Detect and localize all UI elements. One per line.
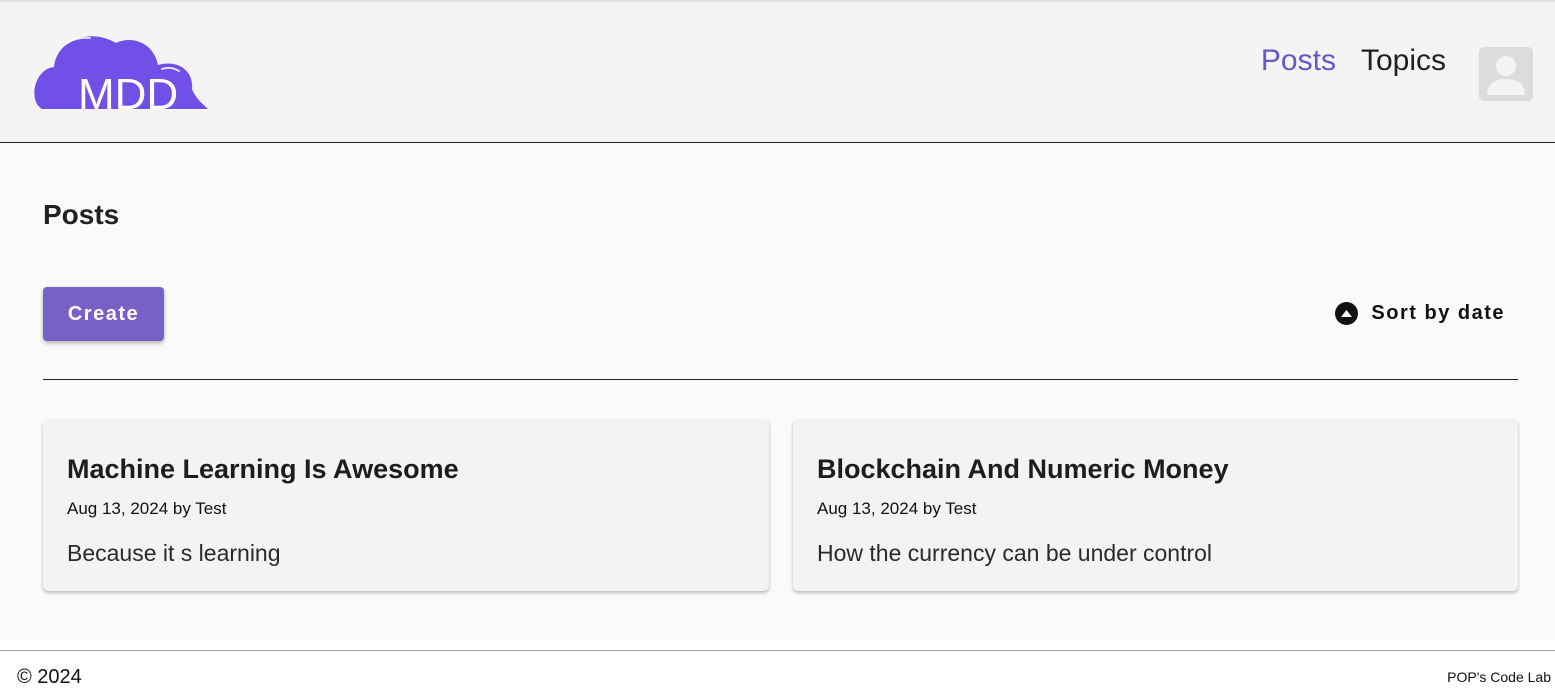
nav-link-posts[interactable]: Posts [1261, 42, 1336, 80]
sort-label: Sort by date [1371, 302, 1505, 324]
logo[interactable]: MDD [34, 31, 210, 113]
divider [43, 379, 1518, 380]
sort-by-date-button[interactable]: Sort by date [1335, 302, 1505, 325]
page-title: Posts [43, 199, 120, 230]
main-content: Posts Create Sort by date Machine Learni… [0, 143, 1555, 639]
post-meta: Aug 13, 2024 by Test [817, 499, 977, 518]
post-card[interactable]: Blockchain And Numeric Money Aug 13, 202… [793, 420, 1518, 591]
post-excerpt: How the currency can be under control [817, 540, 1213, 566]
post-title: Machine Learning Is Awesome [67, 454, 459, 484]
logo-text: MDD [78, 70, 178, 113]
create-post-button[interactable]: Create [43, 287, 164, 341]
footer: © 2024 POP's Code Lab [0, 650, 1555, 691]
nav-link-topics[interactable]: Topics [1361, 42, 1446, 80]
post-title: Blockchain And Numeric Money [817, 454, 1229, 484]
copyright-text: © 2024 [17, 666, 82, 688]
post-card[interactable]: Machine Learning Is Awesome Aug 13, 2024… [43, 420, 769, 591]
cloud-logo-icon: MDD [34, 36, 209, 113]
post-excerpt: Because it s learning [67, 540, 281, 566]
user-avatar-button[interactable] [1479, 47, 1533, 101]
arrow-up-circle-icon [1335, 302, 1359, 325]
header: MDD Posts Topics [0, 0, 1555, 143]
footer-brand: POP's Code Lab [1447, 669, 1551, 685]
user-avatar-icon [1487, 56, 1525, 95]
main-nav: Posts Topics [1261, 42, 1446, 80]
post-meta: Aug 13, 2024 by Test [67, 499, 227, 518]
